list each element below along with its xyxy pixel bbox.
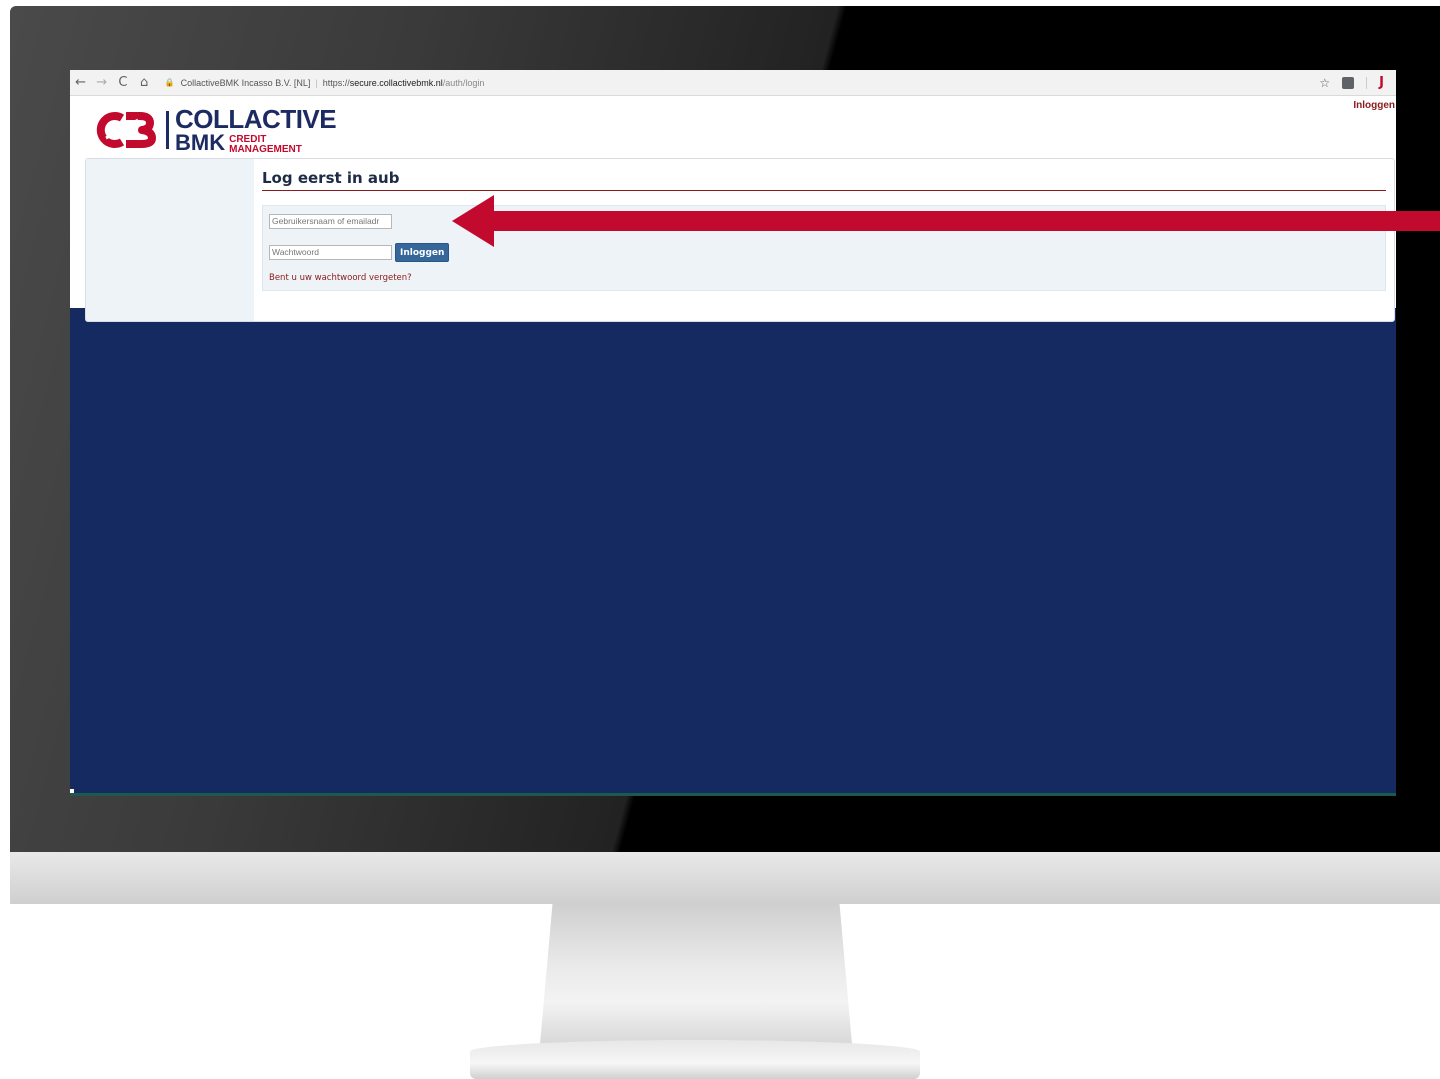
login-button[interactable]: Inloggen: [395, 243, 450, 262]
collactive-logo[interactable]: COLLACTIVE BMK CREDIT MANAGEMENT: [92, 104, 337, 154]
profile-icon[interactable]: J: [1379, 75, 1384, 90]
extension-icon[interactable]: [1342, 76, 1355, 89]
back-icon[interactable]: ←: [70, 75, 91, 90]
forward-icon[interactable]: →: [91, 75, 112, 90]
monitor-screen: ← → C ⌂ 🔒 CollactiveBMK Incasso B.V. [NL…: [70, 70, 1396, 796]
reload-icon[interactable]: C: [112, 75, 133, 90]
sidebar: [86, 159, 254, 321]
toolbar-divider: [1366, 76, 1368, 89]
home-icon[interactable]: ⌂: [134, 75, 155, 90]
logo-line2: BMK: [175, 130, 226, 155]
url-separator: |: [315, 77, 318, 88]
cb-logo-mark-icon: [96, 112, 156, 148]
forgot-password-link[interactable]: Bent u uw wachtwoord vergeten?: [269, 273, 412, 283]
logo-sub2: MANAGEMENT: [229, 143, 302, 155]
url-path: /auth/login: [442, 77, 485, 88]
monitor-chin: [10, 852, 1440, 904]
logo-subtitle: CREDIT MANAGEMENT: [229, 135, 302, 154]
top-login-link[interactable]: Inloggen: [1353, 100, 1395, 111]
bookmark-star-icon[interactable]: ☆: [1319, 76, 1330, 90]
pointer-arrow-icon: [452, 195, 1440, 247]
monitor-scene: ← → C ⌂ 🔒 CollactiveBMK Incasso B.V. [NL…: [0, 0, 1440, 1079]
browser-toolbar: ← → C ⌂ 🔒 CollactiveBMK Incasso B.V. [NL…: [70, 70, 1396, 96]
username-field[interactable]: Gebruikersnaam of emailadr: [269, 214, 392, 229]
page-title: Log eerst in aub: [262, 159, 1386, 191]
lock-icon: 🔒: [164, 78, 175, 87]
logo-divider: [166, 111, 169, 149]
monitor-stand-neck: [540, 904, 852, 1044]
monitor-stand-foot: [470, 1040, 920, 1079]
logo-line2-row: BMK CREDIT MANAGEMENT: [175, 132, 336, 154]
site-identity: CollactiveBMK Incasso B.V. [NL]: [180, 77, 311, 88]
screen-corner-dot: [70, 789, 74, 793]
toolbar-actions: ☆ J: [1319, 75, 1396, 90]
password-field[interactable]: Wachtwoord: [269, 245, 392, 260]
url-scheme: https://: [322, 77, 350, 88]
logo-line1: COLLACTIVE: [175, 104, 337, 134]
logo-wordmark: COLLACTIVE BMK CREDIT MANAGEMENT: [175, 104, 337, 154]
url-host: secure.collactivebmk.nl: [349, 77, 443, 88]
address-bar[interactable]: 🔒 CollactiveBMK Incasso B.V. [NL] | http…: [164, 72, 1320, 93]
